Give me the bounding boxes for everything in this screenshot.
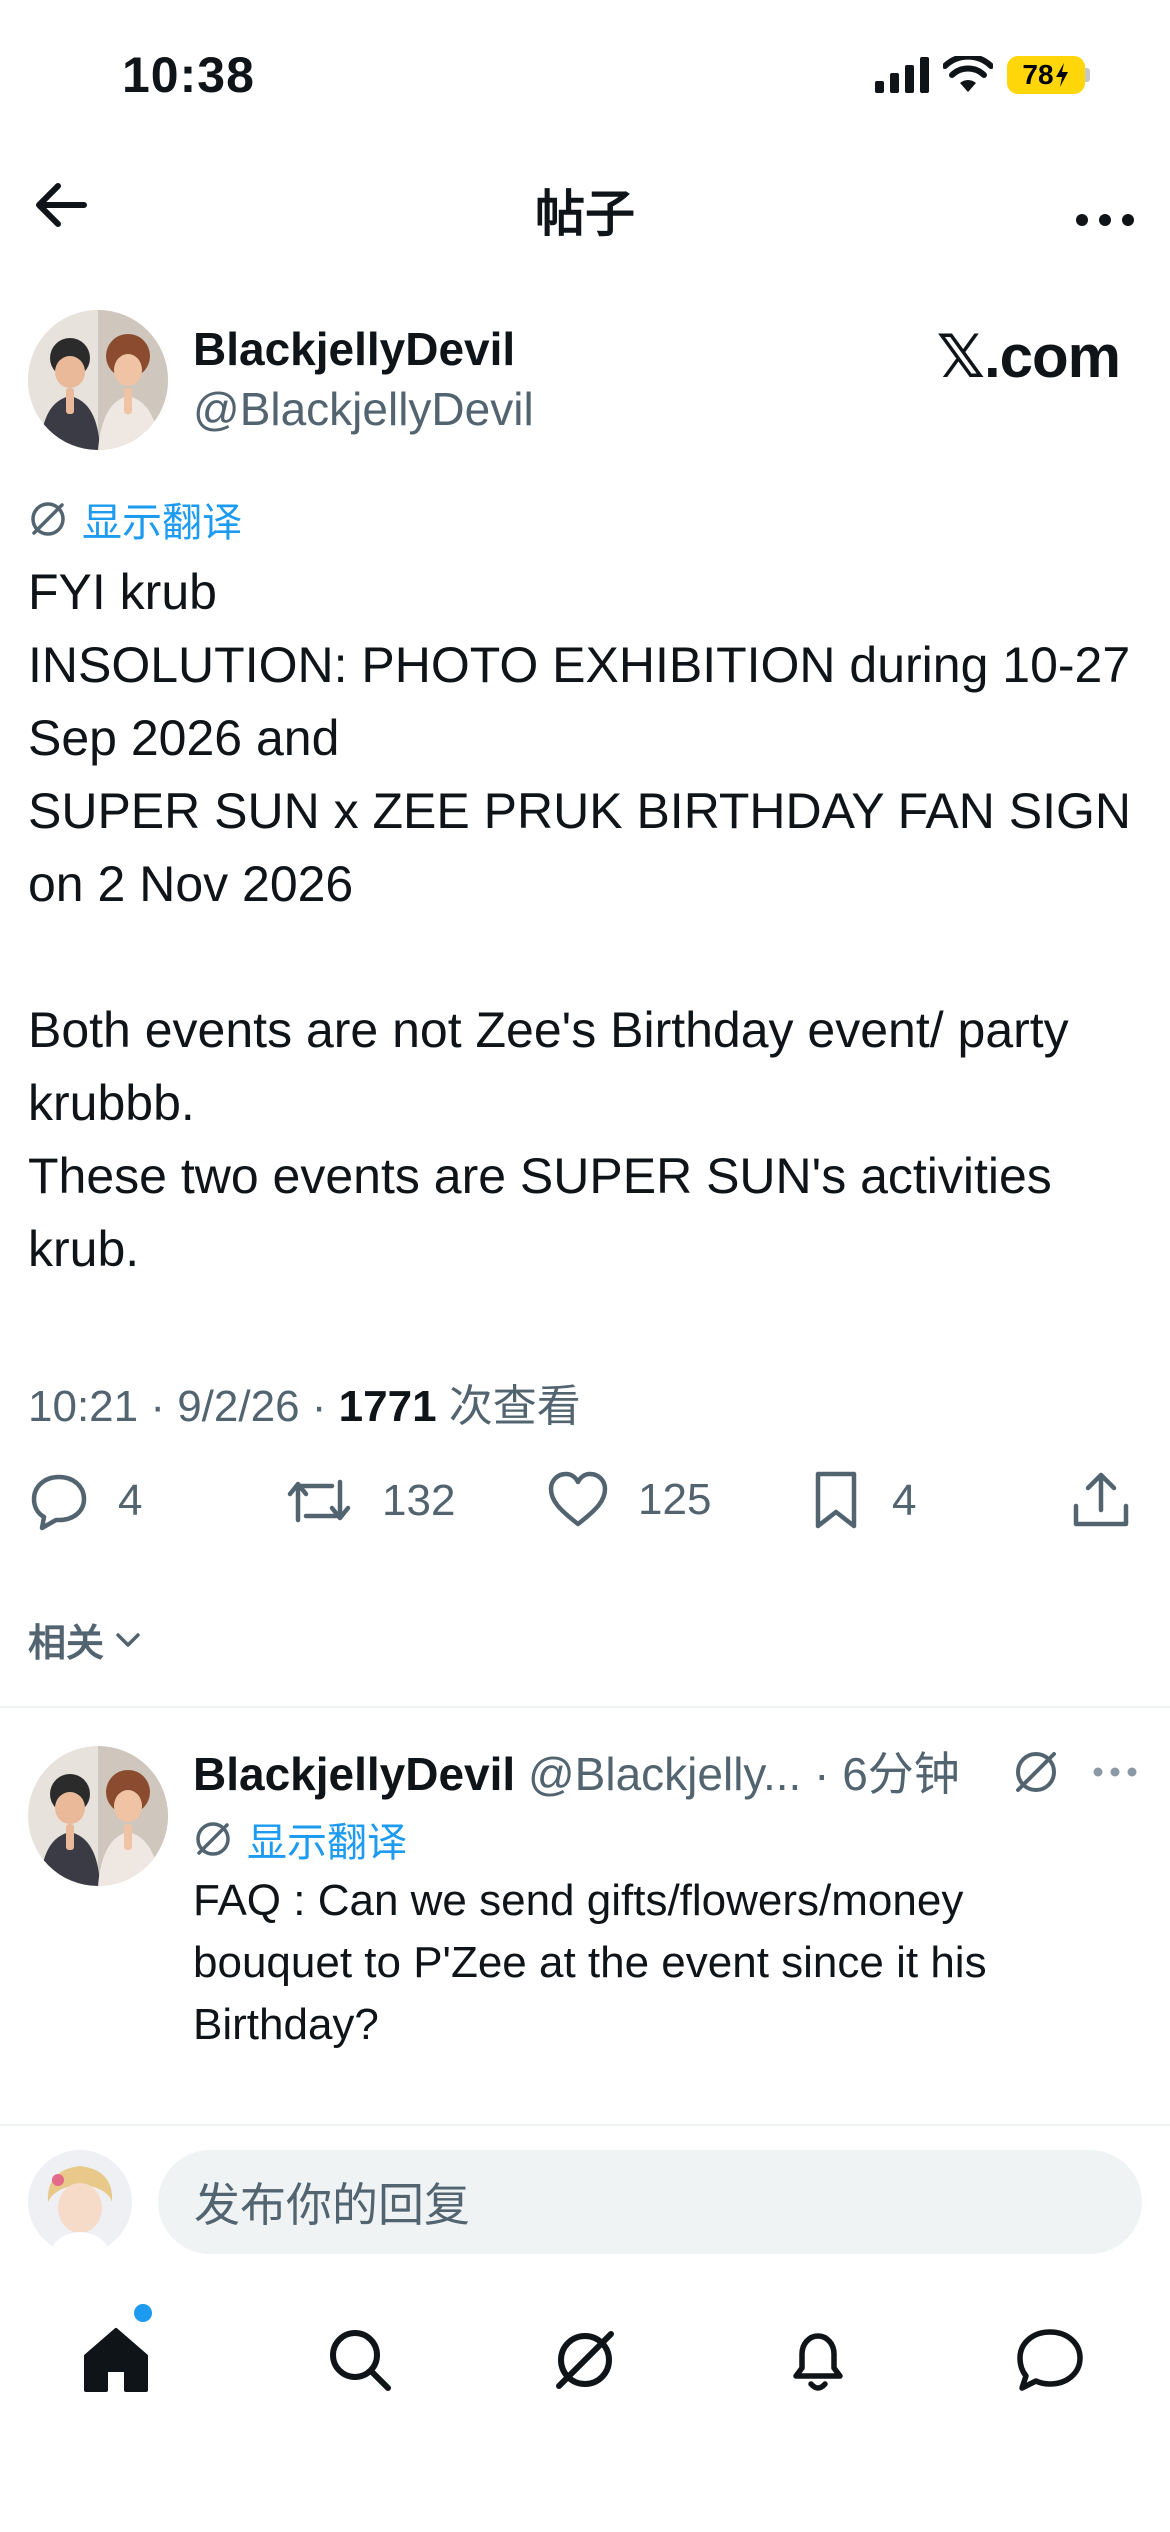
show-translation-link[interactable]: 显示翻译 bbox=[28, 490, 242, 548]
reply-text: FAQ : Can we send gifts/flowers/money bo… bbox=[193, 1876, 987, 2049]
chevron-down-icon bbox=[116, 1632, 140, 1647]
page-title: 帖子 bbox=[535, 186, 635, 242]
post-text: FYI krub INSOLUTION: PHOTO EXHIBITION du… bbox=[28, 564, 1132, 1277]
reply-time: · 6分钟 bbox=[801, 1748, 960, 1800]
top-nav: 帖子 bbox=[0, 160, 1170, 250]
reply-avatar[interactable] bbox=[28, 1746, 168, 1886]
reply-author-handle[interactable]: @Blackjelly... bbox=[528, 1748, 801, 1800]
divider bbox=[0, 2124, 1170, 2126]
status-icons: 78 bbox=[875, 56, 1090, 94]
grok-icon[interactable] bbox=[545, 2320, 625, 2400]
related-label: 相关 bbox=[28, 1623, 105, 1665]
share-icon[interactable] bbox=[1070, 1470, 1132, 1532]
notification-dot bbox=[134, 2304, 152, 2322]
grok-icon[interactable] bbox=[1010, 1746, 1062, 1798]
translate-label: 显示翻译 bbox=[82, 501, 242, 545]
reply-translate-label: 显示翻译 bbox=[247, 1821, 407, 1865]
bottom-tab-bar bbox=[0, 2300, 1170, 2410]
reply-author-name[interactable]: BlackjellyDevil bbox=[193, 1748, 515, 1800]
divider bbox=[0, 1706, 1170, 1708]
bookmark-button[interactable]: 4 bbox=[808, 1470, 916, 1532]
like-button[interactable]: 125 bbox=[546, 1470, 711, 1530]
repost-icon bbox=[287, 1479, 351, 1523]
like-count: 125 bbox=[638, 1475, 712, 1524]
reply-header: BlackjellyDevil @Blackjelly... · 6分钟 bbox=[193, 1738, 960, 1804]
home-icon[interactable] bbox=[76, 2320, 156, 2400]
charging-bolt-icon bbox=[1055, 63, 1068, 87]
reply-show-translation-link[interactable]: 显示翻译 bbox=[193, 1810, 407, 1868]
bell-icon[interactable] bbox=[778, 2320, 858, 2400]
reply-icon bbox=[31, 1474, 87, 1531]
battery-cap bbox=[1085, 68, 1090, 82]
reply-count: 4 bbox=[118, 1476, 143, 1525]
heart-icon bbox=[548, 1471, 608, 1527]
battery-indicator: 78 bbox=[1007, 56, 1085, 94]
reply-composer-input[interactable]: 发布你的回复 bbox=[158, 2150, 1142, 2254]
grok-icon bbox=[31, 502, 65, 536]
battery-level: 78 bbox=[1022, 59, 1054, 90]
grok-icon bbox=[196, 1822, 230, 1856]
repost-button[interactable]: 132 bbox=[284, 1470, 455, 1532]
views-count: 1771 bbox=[338, 1382, 437, 1431]
messages-icon[interactable] bbox=[1010, 2320, 1090, 2400]
reply-button[interactable]: 4 bbox=[28, 1470, 142, 1532]
post-actions: 4 132 125 4 bbox=[0, 1470, 1170, 1550]
bookmark-icon bbox=[815, 1471, 857, 1529]
repost-count: 132 bbox=[382, 1476, 456, 1525]
ellipsis-icon[interactable] bbox=[1070, 174, 1140, 234]
author-avatar[interactable] bbox=[28, 310, 168, 450]
search-icon[interactable] bbox=[320, 2320, 400, 2400]
views-label: 次查看 bbox=[436, 1382, 581, 1431]
x-watermark: 𝕏.com bbox=[936, 323, 1121, 390]
post-meta: 10:21 · 9/2/26 · 1771 次查看 bbox=[28, 1370, 581, 1434]
post-timestamp: 10:21 · 9/2/26 · bbox=[28, 1382, 339, 1431]
status-time: 10:38 bbox=[122, 47, 255, 103]
author-name[interactable]: BlackjellyDevil bbox=[193, 322, 515, 376]
bookmark-count: 4 bbox=[892, 1476, 917, 1525]
signal-icon bbox=[875, 57, 929, 93]
related-toggle[interactable]: 相关 bbox=[28, 1612, 144, 1667]
ellipsis-icon[interactable] bbox=[1090, 1752, 1140, 1792]
author-handle[interactable]: @BlackjellyDevil bbox=[193, 382, 534, 436]
status-bar: 10:38 78 bbox=[0, 0, 1170, 150]
wifi-icon bbox=[943, 56, 993, 92]
composer-avatar[interactable] bbox=[28, 2150, 132, 2254]
